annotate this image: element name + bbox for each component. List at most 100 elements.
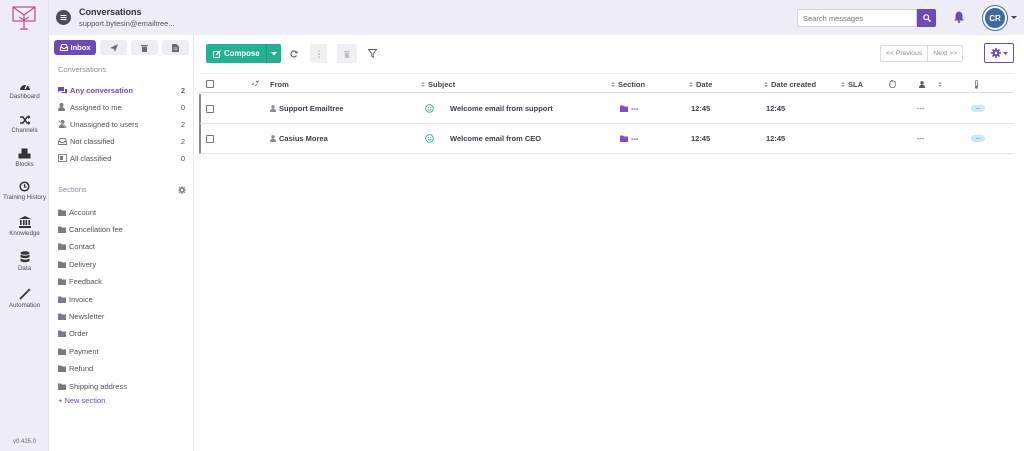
previous-page-button[interactable]: << Previous bbox=[881, 46, 927, 61]
compose-label: Compose bbox=[224, 49, 260, 58]
section-item[interactable]: Delivery bbox=[58, 258, 96, 270]
hand-icon bbox=[889, 80, 896, 88]
section-item[interactable]: Shipping address bbox=[58, 380, 127, 392]
section-item[interactable]: Payment bbox=[58, 345, 99, 357]
filter-all-classified[interactable]: All classified 0 bbox=[58, 151, 185, 165]
user-avatar[interactable]: CR bbox=[983, 6, 1007, 30]
app-logo-icon[interactable] bbox=[12, 6, 36, 30]
search-input[interactable] bbox=[797, 9, 917, 27]
column-hand[interactable] bbox=[889, 74, 896, 94]
section-item[interactable]: Invoice bbox=[58, 293, 93, 305]
column-subject[interactable]: Subject bbox=[421, 74, 455, 94]
section-item[interactable]: Cancellation fee bbox=[58, 223, 123, 235]
filter-not-classified[interactable]: Not classified 2 bbox=[58, 134, 185, 148]
account-header[interactable]: Conversations support.bytesin@emailtree.… bbox=[49, 0, 194, 35]
nav-label: Blocks bbox=[15, 161, 34, 168]
row-checkbox[interactable] bbox=[206, 124, 214, 153]
notifications-bell-icon[interactable] bbox=[954, 11, 964, 23]
section-item[interactable]: Order bbox=[58, 328, 88, 340]
tab-sent[interactable] bbox=[100, 40, 127, 55]
column-date-created[interactable]: Date created bbox=[764, 74, 816, 94]
filter-count: 2 bbox=[180, 119, 185, 129]
tab-trash[interactable] bbox=[131, 40, 158, 55]
filter-button[interactable] bbox=[365, 44, 379, 63]
nav-blocks[interactable]: Blocks bbox=[0, 148, 49, 168]
section-label: Delivery bbox=[69, 259, 97, 269]
bank-icon bbox=[18, 216, 31, 228]
sort-icon bbox=[421, 81, 425, 87]
filter-unassigned[interactable]: Unassigned to users 2 bbox=[58, 117, 185, 131]
nav-training-history[interactable]: Training History bbox=[0, 181, 49, 201]
user-icon bbox=[270, 105, 276, 112]
row-section: --- bbox=[620, 124, 639, 153]
column-section-label: Section bbox=[618, 79, 646, 89]
row-tag[interactable]: ... bbox=[971, 94, 985, 123]
caret-down-icon bbox=[1002, 51, 1008, 55]
sections-settings-gear-icon[interactable] bbox=[178, 186, 186, 194]
folder-icon bbox=[58, 365, 69, 373]
row-checkbox[interactable] bbox=[206, 94, 214, 123]
app-version: v0.425.0 bbox=[12, 439, 37, 445]
nav-knowledge[interactable]: Knowledge bbox=[0, 216, 49, 237]
table-settings-button[interactable] bbox=[984, 43, 1014, 63]
row-subject[interactable]: Welcome email from support bbox=[450, 94, 553, 123]
section-value: --- bbox=[631, 104, 639, 113]
section-item[interactable]: Account bbox=[58, 206, 96, 218]
tab-inbox[interactable]: Inbox bbox=[54, 40, 96, 55]
search-button[interactable] bbox=[917, 9, 936, 27]
filter-count: 2 bbox=[180, 136, 185, 146]
inbox-empty-icon bbox=[58, 137, 68, 145]
column-sla-label: SLA bbox=[848, 79, 863, 89]
filter-assigned-to-me[interactable]: Assigned to me 0 bbox=[58, 100, 185, 114]
row-tag[interactable]: ... bbox=[971, 124, 985, 153]
nav-channels[interactable]: Channels bbox=[0, 115, 49, 134]
row-date: 12:45 bbox=[691, 134, 711, 143]
section-label: Feedback bbox=[69, 277, 102, 287]
row-date-created: 12:45 bbox=[766, 104, 786, 113]
gear-icon bbox=[990, 48, 1001, 58]
avatar-dropdown-caret-icon[interactable] bbox=[1011, 16, 1017, 19]
filter-any-conversation[interactable]: Any conversation 2 bbox=[58, 83, 185, 97]
nav-dashboard[interactable]: Dashboard bbox=[0, 81, 49, 100]
tab-drafts[interactable] bbox=[162, 40, 189, 55]
history-icon bbox=[19, 181, 30, 192]
column-date[interactable]: Date bbox=[689, 74, 712, 94]
column-section[interactable]: Section bbox=[611, 74, 645, 94]
row-assignee[interactable]: --- bbox=[917, 124, 925, 153]
section-label: Cancellation fee bbox=[69, 224, 123, 234]
column-sla[interactable]: SLA bbox=[841, 74, 863, 94]
nav-data[interactable]: Data bbox=[0, 251, 49, 272]
row-assignee[interactable]: --- bbox=[917, 94, 925, 123]
column-assignee[interactable] bbox=[919, 74, 925, 94]
table-row[interactable]: Casius Morea Welcome email from CEO --- … bbox=[199, 124, 1014, 154]
section-label: Refund bbox=[69, 364, 94, 374]
section-item[interactable]: Newsletter bbox=[58, 310, 104, 322]
compose-dropdown-button[interactable] bbox=[266, 44, 281, 63]
section-item[interactable]: Contact bbox=[58, 241, 95, 253]
section-label: Newsletter bbox=[69, 311, 105, 321]
section-label: Payment bbox=[69, 346, 99, 356]
more-options-button[interactable] bbox=[310, 44, 327, 63]
row-subject[interactable]: Welcome email from CEO bbox=[450, 124, 541, 153]
sort-icon bbox=[938, 81, 942, 87]
row-date-created: 12:45 bbox=[766, 134, 786, 143]
tag-pill: ... bbox=[971, 105, 985, 112]
main-navigation-rail: Dashboard Channels Blocks Training Histo… bbox=[0, 0, 49, 451]
inbox-icon bbox=[59, 44, 68, 51]
folder-icon bbox=[58, 226, 69, 233]
refresh-button[interactable] bbox=[288, 44, 300, 63]
nav-automation[interactable]: Automation bbox=[0, 288, 49, 309]
column-tags[interactable] bbox=[974, 74, 979, 94]
compose-button[interactable]: Compose bbox=[206, 49, 266, 58]
delete-button[interactable] bbox=[337, 44, 357, 63]
assignee-sort[interactable] bbox=[938, 74, 942, 94]
column-from[interactable]: From bbox=[270, 74, 289, 94]
section-item[interactable]: Refund bbox=[58, 363, 93, 375]
section-item[interactable]: Feedback bbox=[58, 276, 102, 288]
table-row[interactable]: Support Emailtree Welcome email from sup… bbox=[199, 94, 1014, 124]
sort-icon bbox=[611, 81, 615, 87]
new-section-link[interactable]: + New section bbox=[58, 396, 105, 405]
next-page-button[interactable]: Next >> bbox=[927, 46, 962, 61]
folder-icon bbox=[58, 383, 69, 390]
select-all-checkbox[interactable] bbox=[206, 74, 214, 94]
